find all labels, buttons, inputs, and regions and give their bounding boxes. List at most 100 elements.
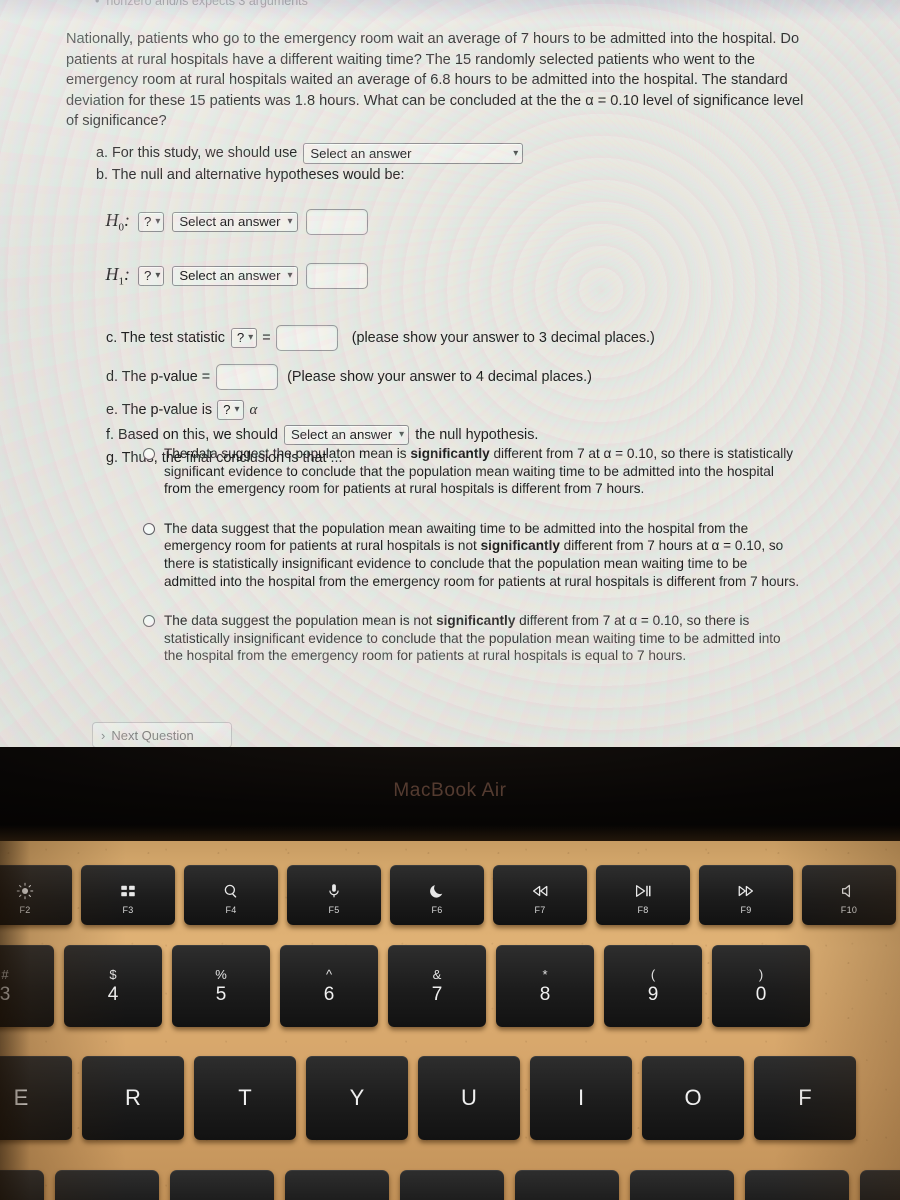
key-label: 9 [647, 984, 659, 1005]
key-label: F5 [328, 904, 340, 915]
next-question-label: Next Question [111, 727, 194, 743]
brightness-up-icon [16, 882, 34, 900]
key-r[interactable]: R [82, 1056, 184, 1140]
key-3[interactable]: #3 [0, 945, 54, 1027]
rewind-icon [530, 882, 550, 900]
key-label: O [684, 1085, 702, 1110]
key-0[interactable]: ) 0 [712, 945, 810, 1027]
key-label: I [577, 1085, 585, 1110]
key-e[interactable]: E [0, 1056, 72, 1140]
key-label: E [13, 1085, 29, 1110]
part-e-alpha: α [249, 401, 258, 418]
p-value-input[interactable] [216, 364, 279, 390]
chevron-down-icon: ▾ [287, 270, 293, 281]
h1-operator-select[interactable]: Select an answer ▾ [172, 266, 298, 286]
part-f-suffix: the null hypothesis. [415, 426, 539, 443]
key-f7[interactable]: F7 [493, 865, 587, 925]
part-f-label: f. Based on this, we should [106, 426, 278, 443]
study-type-select[interactable]: Select an answer ▾ [303, 143, 524, 164]
key-f5[interactable]: F5 [287, 865, 381, 925]
conclusion-choice-2[interactable]: The data suggest that the population mea… [143, 520, 803, 590]
key-label: 7 [431, 984, 443, 1005]
do-not-disturb-moon-icon [428, 882, 446, 900]
key-6[interactable]: ^ 6 [280, 945, 378, 1027]
key-4[interactable]: $4 [64, 945, 162, 1027]
chevron-down-icon: ▾ [155, 216, 161, 227]
key-label: 3 [0, 984, 11, 1005]
chevron-down-icon: ▾ [513, 147, 519, 159]
key-label: 8 [539, 984, 551, 1005]
h1-parameter-select[interactable]: ? ▾ [138, 266, 165, 286]
key-shift-label: ) [758, 967, 764, 982]
key-partial[interactable] [515, 1170, 619, 1200]
macbook-air-brand-label: MacBook Air [393, 780, 507, 801]
h1-operator-value: Select an answer [179, 268, 281, 283]
key-f6[interactable]: F6 [390, 865, 484, 925]
hinge-shadow [0, 825, 900, 841]
key-partial[interactable] [630, 1170, 734, 1200]
chevron-down-icon: ▾ [399, 429, 405, 440]
key-partial[interactable] [745, 1170, 849, 1200]
key-o[interactable]: O [642, 1056, 744, 1140]
bottom-key-row-partial [0, 1170, 900, 1200]
key-label: F [798, 1085, 812, 1110]
h1-value-input[interactable] [305, 263, 368, 289]
part-a-row: a. For this study, we should use Select … [96, 143, 856, 164]
key-f3[interactable]: F3 [81, 865, 175, 925]
display-bezel: MacBook Air [0, 747, 900, 841]
h1-parameter-value: ? [144, 268, 152, 283]
radio-button-icon[interactable] [143, 522, 155, 535]
key-partial[interactable] [285, 1170, 389, 1200]
key-5[interactable]: % 5 [172, 945, 270, 1027]
key-8[interactable]: * 8 [496, 945, 594, 1027]
key-f[interactable]: F [754, 1056, 856, 1140]
part-c-row: c. The test statistic ? ▾ = (please show… [106, 325, 856, 351]
key-9[interactable]: (9 [604, 945, 702, 1027]
p-value-comparison-select[interactable]: ? ▾ [217, 400, 244, 420]
key-partial[interactable] [860, 1170, 900, 1200]
part-d-row: d. The p-value = (Please show your answe… [106, 364, 856, 390]
key-f2[interactable]: F2 [0, 865, 72, 925]
clipped-top-text: nonzero and/is expects 3 arguments [95, 0, 308, 8]
conclusion-choice-1[interactable]: The data suggest the populaton mean is s… [143, 445, 803, 498]
key-7[interactable]: & 7 [388, 945, 486, 1027]
key-i[interactable]: I [530, 1056, 632, 1140]
next-question-button[interactable]: › Next Question [92, 722, 232, 747]
part-e-row: e. The p-value is ? ▾ α [106, 400, 856, 420]
key-partial[interactable] [170, 1170, 274, 1200]
spotlight-search-icon [222, 882, 240, 900]
test-statistic-input[interactable] [275, 325, 338, 351]
h0-value-input[interactable] [305, 209, 368, 235]
key-u[interactable]: U [418, 1056, 520, 1140]
key-f4[interactable]: F4 [184, 865, 278, 925]
letter-key-row: E RTYU I O F [0, 1056, 856, 1140]
mission-control-icon [119, 882, 137, 900]
part-b-row: b. The null and alternative hypotheses w… [96, 166, 856, 185]
question-prompt-text: Nationally, patients who go to the emerg… [66, 31, 804, 129]
part-c-label: c. The test statistic [106, 329, 225, 346]
radio-button-icon[interactable] [143, 615, 155, 628]
play-pause-icon [633, 882, 653, 900]
key-y[interactable]: Y [306, 1056, 408, 1140]
h0-parameter-select[interactable]: ? ▾ [138, 212, 165, 232]
radio-button-icon[interactable] [143, 448, 155, 460]
key-label: F2 [19, 904, 31, 915]
conclusion-choice-text: The data suggest the populaton mean is s… [164, 446, 794, 497]
chevron-right-icon: › [101, 727, 106, 743]
key-f9[interactable]: F9 [699, 865, 793, 925]
key-partial[interactable] [55, 1170, 159, 1200]
part-c-equals: = [262, 329, 271, 346]
key-t[interactable]: T [194, 1056, 296, 1140]
key-partial[interactable] [400, 1170, 504, 1200]
conclusion-choice-3[interactable]: The data suggest the population mean is … [143, 612, 803, 665]
h0-operator-select[interactable]: Select an answer ▾ [172, 212, 298, 232]
part-f-row: f. Based on this, we should Select an an… [106, 425, 856, 445]
key-f10[interactable]: F10 [802, 865, 896, 925]
key-partial[interactable] [0, 1170, 44, 1200]
decision-select[interactable]: Select an answer ▾ [284, 425, 410, 445]
conclusion-choices: The data suggest the populaton mean is s… [143, 445, 803, 687]
h0-operator-value: Select an answer [179, 214, 281, 229]
key-f8[interactable]: F8 [596, 865, 690, 925]
test-statistic-type-select[interactable]: ? ▾ [230, 328, 258, 348]
chevron-down-icon: ▾ [248, 332, 254, 343]
